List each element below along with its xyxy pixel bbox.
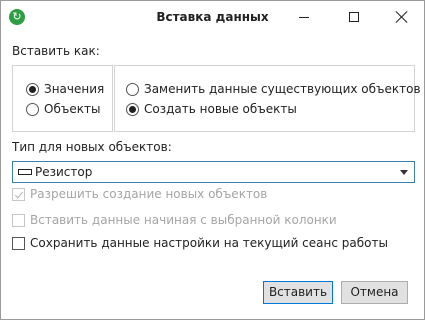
radio-label: Объекты xyxy=(44,102,101,116)
new-object-type-label: Тип для новых объектов: xyxy=(12,140,172,154)
radio-label: Значения xyxy=(44,82,105,96)
minimize-icon xyxy=(299,17,309,18)
radio-label: Заменить данные существующих объектов xyxy=(144,82,421,96)
checkbox-checked-disabled xyxy=(12,188,25,201)
radio-button xyxy=(26,103,39,116)
object-type-value: Резистор xyxy=(35,165,93,179)
maximize-button[interactable] xyxy=(331,1,377,33)
radio-button-checked xyxy=(126,103,139,116)
minimize-button[interactable] xyxy=(281,1,327,33)
mode-group: Заменить данные существующих объектов Со… xyxy=(114,65,421,132)
checkbox xyxy=(12,237,25,250)
paste-data-dialog: Вставка данных ↻ Вставить как: Значения … xyxy=(0,0,425,320)
close-button[interactable] xyxy=(379,1,425,33)
radio-label: Создать новые объекты xyxy=(144,102,297,116)
checkbox-disabled xyxy=(12,214,25,227)
app-refresh-icon: ↻ xyxy=(9,9,25,25)
close-icon xyxy=(396,11,408,23)
radio-button xyxy=(126,83,139,96)
cancel-button[interactable]: Отмена xyxy=(341,281,408,304)
chevron-down-icon xyxy=(400,170,408,175)
maximize-icon xyxy=(349,12,359,22)
resistor-icon xyxy=(18,169,32,175)
paste-as-group: Значения Объекты xyxy=(12,65,113,132)
title-bar: Вставка данных ↻ xyxy=(1,1,424,33)
checkbox-label: Вставить данные начиная с выбранной коло… xyxy=(30,213,337,227)
paste-as-label: Вставить как: xyxy=(12,44,100,58)
radio-button-checked xyxy=(26,83,39,96)
object-type-select[interactable]: Резистор xyxy=(12,161,415,183)
checkbox-label: Разрешить создание новых объектов xyxy=(30,187,268,201)
checkbox-label: Сохранить данные настройки на текущий се… xyxy=(30,236,388,250)
insert-button[interactable]: Вставить xyxy=(263,281,333,304)
